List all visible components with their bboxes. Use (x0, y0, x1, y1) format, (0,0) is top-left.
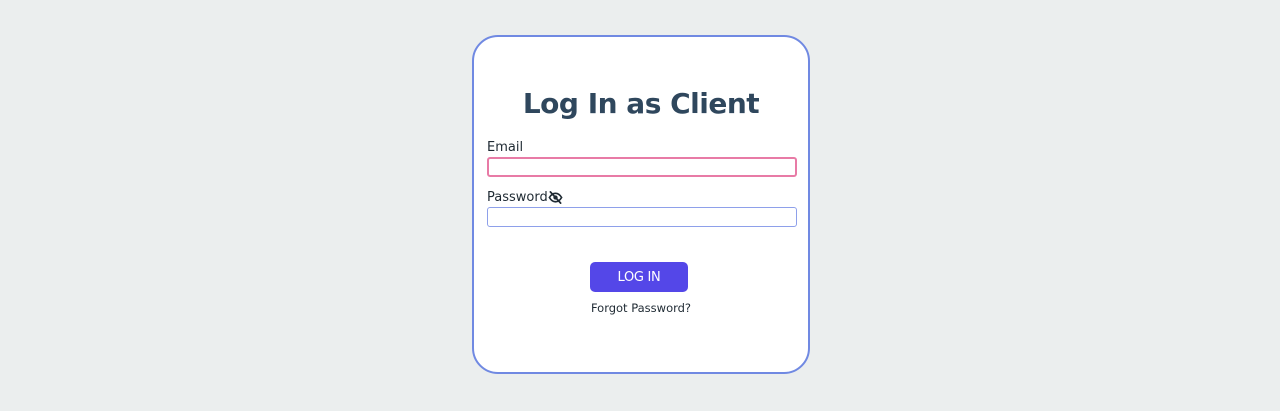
forgot-password-link[interactable]: Forgot Password? (474, 301, 808, 315)
email-field[interactable] (487, 157, 797, 177)
login-button[interactable]: LOG IN (590, 262, 688, 292)
email-label-text: Email (487, 140, 524, 155)
password-field[interactable] (487, 207, 797, 227)
page-background: Log In as Client Email Password LOG IN F… (0, 0, 1280, 411)
password-label: Password (487, 190, 563, 205)
password-label-text: Password (487, 190, 548, 205)
eye-slash-icon[interactable] (548, 190, 563, 205)
login-card: Log In as Client Email Password LOG IN F… (472, 35, 810, 374)
email-label: Email (487, 140, 523, 155)
page-title: Log In as Client (522, 87, 760, 120)
